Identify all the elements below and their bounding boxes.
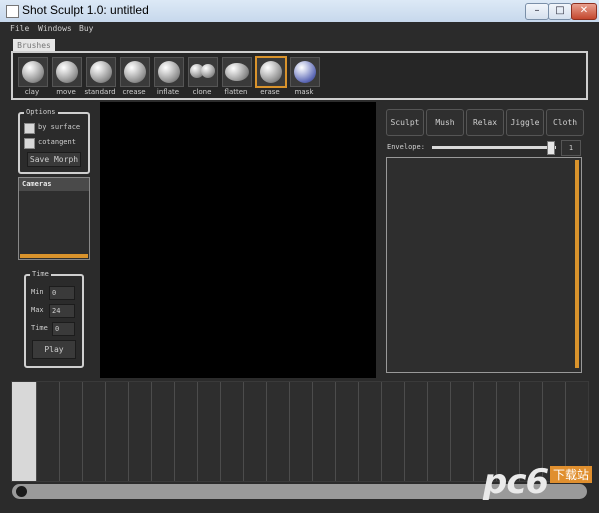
cameras-panel: Cameras [18, 177, 90, 260]
erase-icon [255, 56, 287, 88]
by-surface-label: by surface [38, 123, 81, 131]
time-title: Time [30, 270, 51, 278]
clay-icon [18, 57, 48, 87]
brush-label: mask [294, 88, 314, 96]
min-field[interactable]: 0 [49, 286, 75, 300]
timeline-frame[interactable] [266, 382, 289, 481]
envelope-slider-track[interactable] [432, 146, 556, 149]
play-button[interactable]: Play [32, 340, 76, 359]
sculpt-button[interactable]: Sculpt [386, 109, 424, 136]
watermark-site: 下载站 [550, 466, 593, 483]
timeline-frame[interactable] [358, 382, 381, 481]
move-icon [52, 57, 82, 87]
maximize-button[interactable]: □ [548, 3, 572, 20]
jiggle-button[interactable]: Jiggle [506, 109, 544, 136]
max-field[interactable]: 24 [49, 304, 75, 318]
envelope-panel [386, 157, 582, 373]
envelope-label: Envelope: [387, 143, 425, 151]
cotangent-checkbox[interactable] [24, 138, 35, 149]
timeline-frame[interactable] [197, 382, 220, 481]
watermark-logo: pc6 [483, 462, 549, 502]
min-label: Min [31, 288, 44, 296]
mush-button[interactable]: Mush [426, 109, 464, 136]
cotangent-label: cotangent [38, 138, 76, 146]
timeline-scroll-knob[interactable] [16, 486, 27, 497]
close-button[interactable]: ✕ [571, 3, 597, 20]
window-title: Shot Sculpt 1.0: untitled [22, 3, 149, 17]
relax-button[interactable]: Relax [466, 109, 504, 136]
timeline-frame[interactable] [381, 382, 404, 481]
max-label: Max [31, 306, 44, 314]
menu-buy[interactable]: Buy [79, 22, 93, 36]
crease-icon [120, 57, 150, 87]
time-field[interactable]: 0 [52, 322, 75, 336]
minimize-button[interactable]: – [525, 3, 549, 20]
save-morph-button[interactable]: Save Morph [27, 152, 81, 167]
brush-mask[interactable]: mask [288, 55, 320, 96]
timeline-frame[interactable] [450, 382, 473, 481]
timeline-frame[interactable] [82, 382, 105, 481]
standard-icon [86, 57, 116, 87]
envelope-scrollbar[interactable] [575, 160, 579, 368]
3d-viewport[interactable] [100, 102, 376, 378]
app-icon [6, 5, 19, 18]
clone-icon [188, 57, 218, 87]
timeline-frame[interactable] [105, 382, 128, 481]
options-title: Options [24, 108, 58, 116]
timeline-frame[interactable] [404, 382, 427, 481]
timeline-frame[interactable] [335, 382, 358, 481]
timeline-frame[interactable] [36, 382, 59, 481]
timeline-frame[interactable] [312, 382, 335, 481]
flatten-icon [222, 57, 252, 87]
by-surface-checkbox[interactable] [24, 123, 35, 134]
brush-panel: clay move standard crease inflate clone … [11, 51, 588, 100]
cameras-header: Cameras [19, 178, 89, 191]
timeline-frame[interactable] [174, 382, 197, 481]
time-label: Time [31, 324, 48, 332]
timeline-frame[interactable] [243, 382, 266, 481]
mask-icon [290, 57, 320, 87]
menu-file[interactable]: File [10, 22, 29, 36]
envelope-value[interactable]: 1 [561, 140, 581, 156]
inflate-icon [154, 57, 184, 87]
timeline-frame-current[interactable] [12, 382, 36, 481]
timeline-frame[interactable] [289, 382, 312, 481]
envelope-slider-thumb[interactable] [547, 141, 555, 155]
cloth-button[interactable]: Cloth [546, 109, 584, 136]
timeline-frame[interactable] [128, 382, 151, 481]
timeline-frame[interactable] [59, 382, 82, 481]
timeline-frame[interactable] [220, 382, 243, 481]
menu-windows[interactable]: Windows [38, 22, 72, 36]
timeline-frame[interactable] [151, 382, 174, 481]
cameras-scrollbar[interactable] [20, 254, 88, 258]
timeline-frame[interactable] [427, 382, 450, 481]
